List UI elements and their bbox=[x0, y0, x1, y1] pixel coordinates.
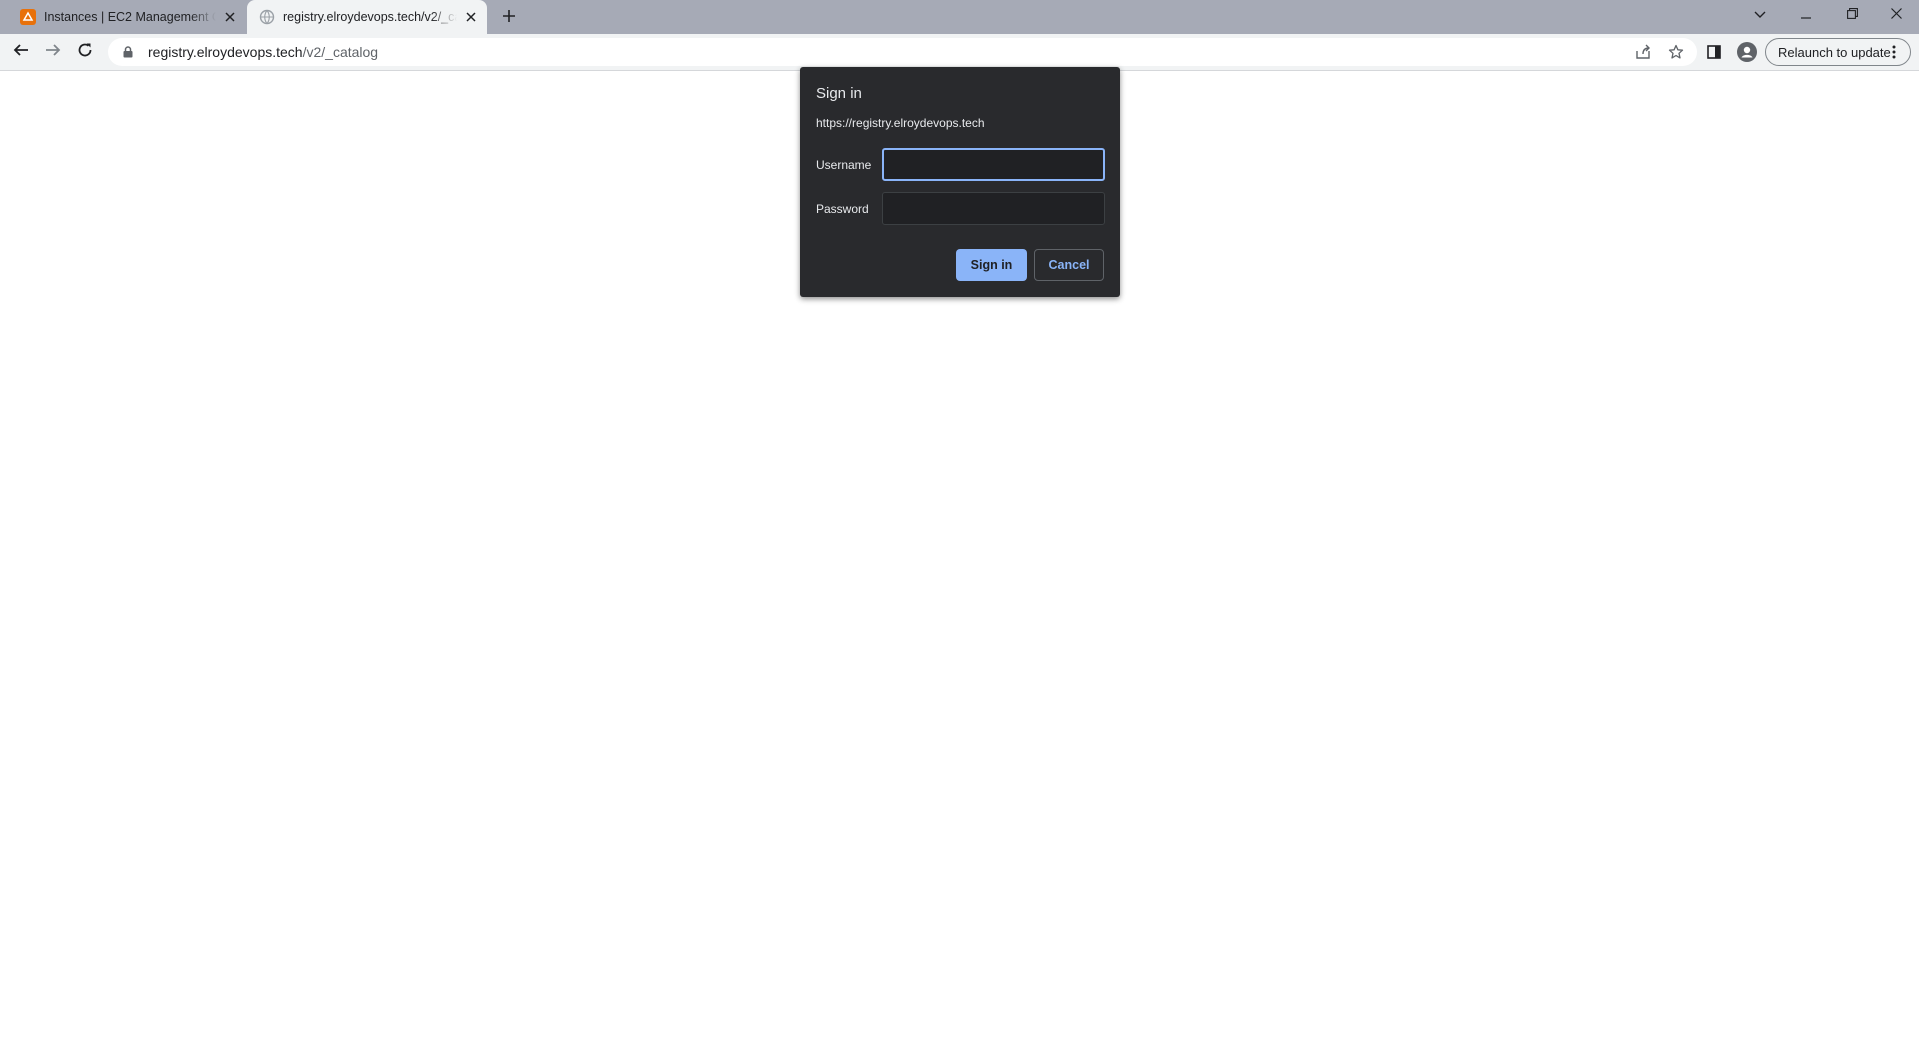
dialog-origin: https://registry.elroydevops.tech bbox=[816, 116, 985, 130]
url-host: registry.elroydevops.tech bbox=[148, 44, 303, 60]
dialog-title: Sign in bbox=[816, 85, 862, 102]
restore-button[interactable] bbox=[1829, 0, 1875, 30]
tab-search-button[interactable] bbox=[1737, 0, 1783, 30]
username-label: Username bbox=[816, 158, 872, 172]
close-tab-icon[interactable] bbox=[220, 7, 240, 27]
tab-title: registry.elroydevops.tech/v2/_catalog bbox=[283, 10, 457, 24]
reload-icon bbox=[77, 42, 93, 63]
tab-title: Instances | EC2 Management Console bbox=[44, 10, 216, 24]
back-button[interactable] bbox=[7, 38, 35, 66]
relaunch-to-update-button[interactable]: Relaunch to update bbox=[1765, 38, 1911, 66]
close-icon bbox=[1890, 6, 1902, 24]
password-field[interactable] bbox=[882, 192, 1105, 225]
share-icon[interactable] bbox=[1633, 42, 1653, 62]
sign-in-button[interactable]: Sign in bbox=[956, 249, 1027, 281]
profile-avatar-icon[interactable] bbox=[1737, 42, 1757, 62]
more-options-icon[interactable] bbox=[1884, 42, 1904, 62]
lock-icon[interactable] bbox=[120, 44, 136, 60]
password-label: Password bbox=[816, 202, 869, 216]
tab-registry-catalog[interactable]: registry.elroydevops.tech/v2/_catalog bbox=[247, 0, 487, 34]
forward-button[interactable] bbox=[39, 38, 67, 66]
bookmark-star-icon[interactable] bbox=[1666, 42, 1686, 62]
url-text: registry.elroydevops.tech/v2/_catalog bbox=[148, 44, 378, 60]
close-tab-icon[interactable] bbox=[461, 7, 481, 27]
plus-icon bbox=[502, 9, 516, 28]
username-field[interactable] bbox=[882, 148, 1105, 181]
url-path: /v2/_catalog bbox=[302, 44, 379, 60]
tab-strip: Instances | EC2 Management Console regis… bbox=[0, 0, 1919, 34]
close-window-button[interactable] bbox=[1873, 0, 1919, 30]
new-tab-button[interactable] bbox=[498, 7, 520, 29]
arrow-left-icon bbox=[13, 42, 29, 63]
restore-icon bbox=[1846, 6, 1858, 24]
relaunch-label: Relaunch to update bbox=[1778, 44, 1891, 60]
arrow-right-icon bbox=[45, 42, 61, 63]
chevron-down-icon bbox=[1754, 6, 1766, 24]
sign-in-dialog: Sign in https://registry.elroydevops.tec… bbox=[800, 67, 1120, 297]
tab-ec2-instances[interactable]: Instances | EC2 Management Console bbox=[8, 0, 246, 34]
side-panel-icon[interactable] bbox=[1704, 42, 1724, 62]
cancel-button[interactable]: Cancel bbox=[1034, 249, 1104, 281]
reload-button[interactable] bbox=[71, 38, 99, 66]
globe-icon bbox=[259, 9, 275, 25]
browser-toolbar: registry.elroydevops.tech/v2/_catalog Re… bbox=[0, 34, 1919, 71]
minimize-icon bbox=[1801, 6, 1811, 24]
address-bar[interactable]: registry.elroydevops.tech/v2/_catalog bbox=[108, 38, 1697, 66]
minimize-button[interactable] bbox=[1783, 0, 1829, 30]
aws-icon bbox=[20, 9, 36, 25]
